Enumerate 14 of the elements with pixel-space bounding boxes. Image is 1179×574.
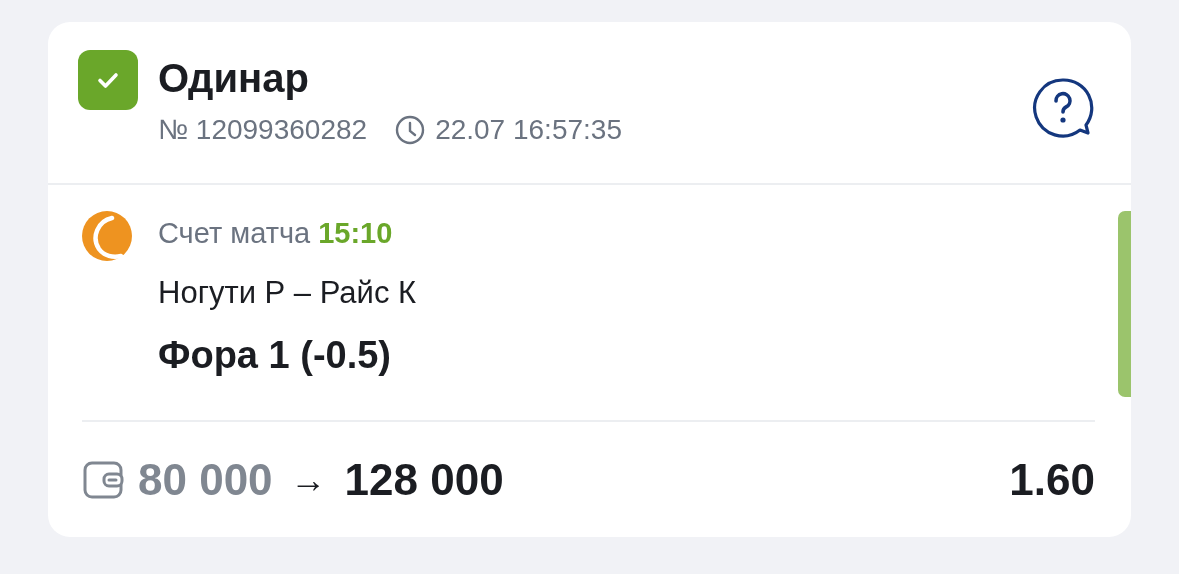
odds-value: 1.60 bbox=[1009, 454, 1095, 505]
stake-amount: 80 000 bbox=[138, 454, 273, 505]
match-teams: Ногути Р – Райс К bbox=[158, 275, 418, 311]
payout-amount: 128 000 bbox=[344, 454, 504, 505]
bet-market: Фора 1 (-0.5) bbox=[158, 333, 393, 377]
bet-time: 22.07 16:57:35 bbox=[435, 114, 622, 146]
match-score: 15:10 bbox=[318, 217, 393, 249]
bet-number: № 12099360282 bbox=[158, 114, 368, 146]
arrow: → bbox=[290, 458, 327, 501]
help-icon[interactable] bbox=[1031, 76, 1095, 140]
score-label: Счет матча bbox=[158, 217, 311, 249]
bet-type-title: Одинар bbox=[158, 55, 310, 102]
clock-icon bbox=[395, 115, 426, 145]
tennis-ball-icon bbox=[82, 211, 132, 261]
